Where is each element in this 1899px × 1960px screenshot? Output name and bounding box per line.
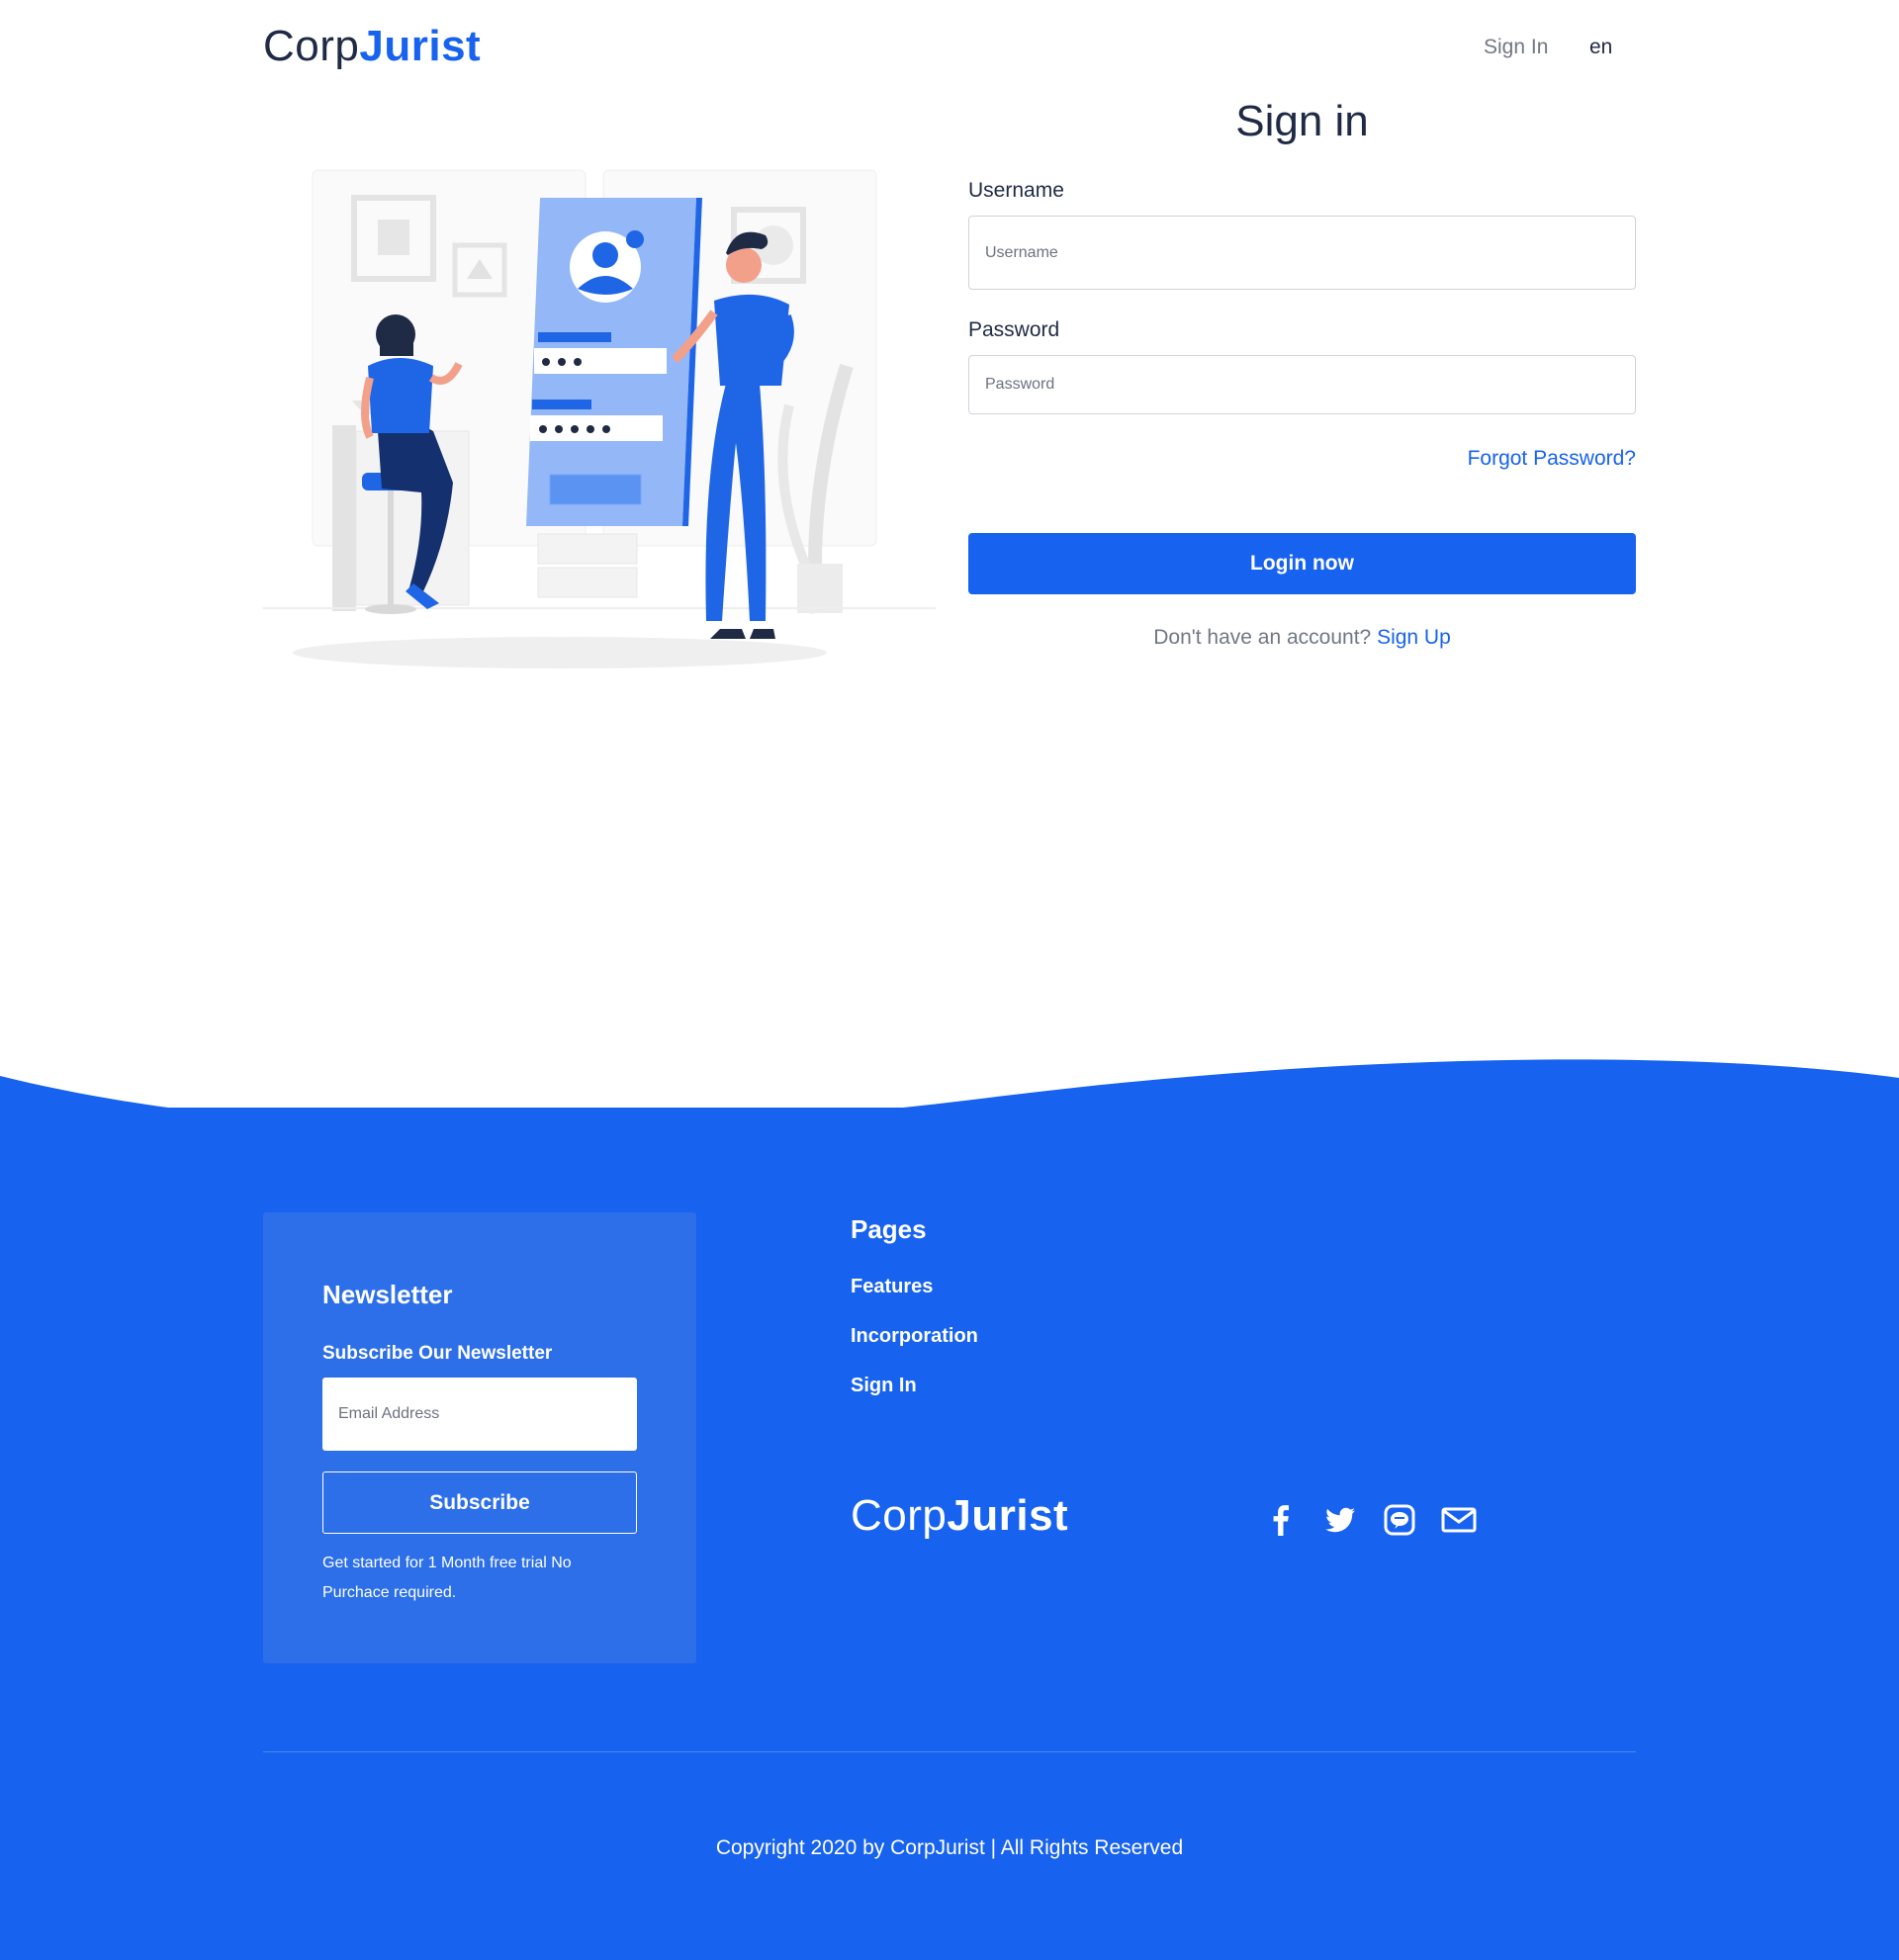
facebook-icon[interactable]	[1261, 1500, 1301, 1540]
site-header: CorpJurist Sign In en	[0, 0, 1899, 99]
language-selector[interactable]: en	[1589, 36, 1612, 59]
logo-text-bold: Jurist	[359, 22, 482, 70]
brand-logo[interactable]: CorpJurist	[263, 22, 481, 71]
signup-prompt: Don't have an account? Sign Up	[968, 626, 1636, 650]
subscribe-button[interactable]: Subscribe	[322, 1471, 637, 1534]
line-icon[interactable]	[1380, 1500, 1419, 1540]
footer-logo-light: Corp	[851, 1491, 948, 1540]
logo-text-light: Corp	[263, 22, 360, 70]
footer-link-features[interactable]: Features	[851, 1276, 933, 1298]
newsletter-panel: Newsletter Subscribe Our Newsletter Subs…	[263, 1212, 696, 1663]
twitter-icon[interactable]	[1320, 1500, 1360, 1540]
signup-link[interactable]: Sign Up	[1377, 626, 1451, 649]
signin-title: Sign in	[1235, 97, 1369, 145]
newsletter-note: Get started for 1 Month free trial No Pu…	[322, 1555, 572, 1601]
password-input[interactable]	[968, 355, 1636, 414]
footer-divider	[263, 1751, 1636, 1752]
mail-icon[interactable]	[1439, 1500, 1479, 1540]
newsletter-subtitle: Subscribe Our Newsletter	[322, 1343, 553, 1364]
footer-link-incorporation[interactable]: Incorporation	[851, 1325, 978, 1348]
newsletter-email-input[interactable]	[322, 1378, 637, 1451]
footer-link-signin[interactable]: Sign In	[851, 1375, 917, 1397]
copyright-text: Copyright 2020 by CorpJurist | All Right…	[715, 1836, 1184, 1859]
username-label: Username	[968, 179, 1064, 202]
footer-logo-bold: Jurist	[947, 1491, 1069, 1540]
pages-title: Pages	[851, 1214, 927, 1244]
site-footer: Newsletter Subscribe Our Newsletter Subs…	[0, 1108, 1899, 1960]
username-input[interactable]	[968, 216, 1636, 290]
login-illustration	[263, 169, 936, 668]
login-button[interactable]: Login now	[968, 533, 1636, 594]
password-label: Password	[968, 318, 1060, 341]
forgot-password-link[interactable]: Forgot Password?	[968, 447, 1636, 471]
nav-signin-link[interactable]: Sign In	[1484, 36, 1548, 59]
newsletter-title: Newsletter	[322, 1280, 453, 1309]
footer-logo[interactable]: CorpJurist	[851, 1491, 1068, 1541]
signup-prompt-text: Don't have an account?	[1153, 626, 1372, 649]
